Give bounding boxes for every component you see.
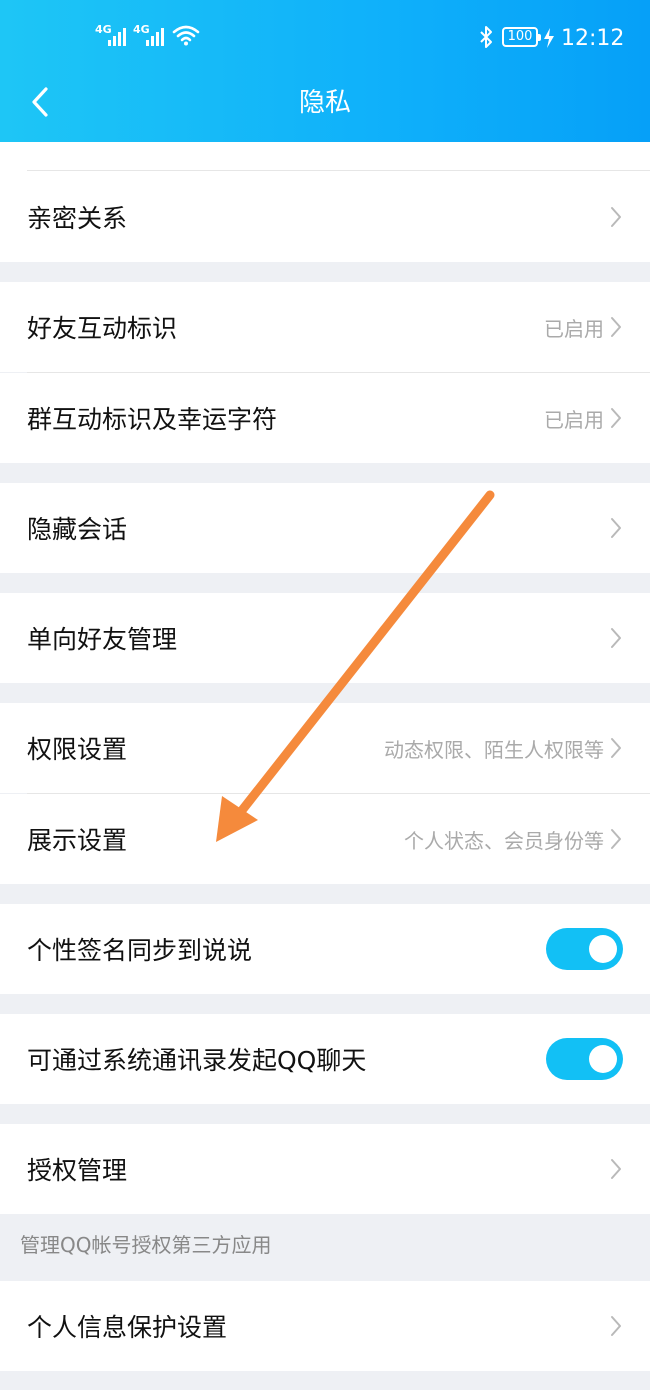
settings-item-contacts-chat: 可通过系统通讯录发起QQ聊天 xyxy=(0,1014,650,1104)
settings-item-intimate-relationship[interactable]: 亲密关系 xyxy=(0,172,650,262)
clock: 12:12 xyxy=(561,26,625,51)
contacts-chat-toggle[interactable] xyxy=(546,1038,623,1080)
settings-item-display-settings[interactable]: 展示设置 个人状态、会员身份等 xyxy=(0,794,650,884)
wifi-icon xyxy=(172,25,200,46)
item-value: 已启用 xyxy=(544,407,604,432)
chevron-right-icon xyxy=(611,408,621,428)
item-value: 已启用 xyxy=(544,316,604,341)
item-value: 个人状态、会员身份等 xyxy=(404,828,604,853)
bolt-icon xyxy=(544,28,554,48)
status-bar: 4G 4G 100 12:12 xyxy=(0,0,650,76)
item-label: 亲密关系 xyxy=(27,204,128,233)
item-label: 好友互动标识 xyxy=(27,314,178,343)
chevron-right-icon xyxy=(611,1316,621,1336)
item-label: 权限设置 xyxy=(27,735,128,764)
bluetooth-icon xyxy=(480,26,492,48)
toggle-knob xyxy=(589,935,617,963)
settings-item-authorization-management[interactable]: 授权管理 xyxy=(0,1124,650,1214)
settings-item-one-way-friends[interactable]: 单向好友管理 xyxy=(0,593,650,683)
app-header: 4G 4G 100 12:12 隐私 xyxy=(0,0,650,142)
signature-sync-toggle[interactable] xyxy=(546,928,623,970)
item-label: 可通过系统通讯录发起QQ聊天 xyxy=(27,1046,367,1075)
divider xyxy=(27,170,650,171)
item-value: 动态权限、陌生人权限等 xyxy=(384,737,604,762)
settings-item-hidden-chats[interactable]: 隐藏会话 xyxy=(0,483,650,573)
page-title: 隐私 xyxy=(298,88,351,118)
chevron-right-icon xyxy=(611,207,621,227)
item-label: 单向好友管理 xyxy=(27,625,178,654)
item-label: 个性签名同步到说说 xyxy=(27,936,253,965)
authorization-note: 管理QQ帐号授权第三方应用 xyxy=(20,1233,272,1257)
battery-indicator: 100 xyxy=(502,27,541,47)
sim1-signal-icon xyxy=(108,26,126,46)
sim2-signal-icon xyxy=(146,26,164,46)
item-label: 隐藏会话 xyxy=(27,515,128,544)
settings-item-personal-info-protection[interactable]: 个人信息保护设置 xyxy=(0,1281,650,1371)
item-label: 群互动标识及幸运字符 xyxy=(27,405,278,434)
chevron-right-icon xyxy=(611,1159,621,1179)
first-group-top xyxy=(0,142,650,172)
settings-item-signature-sync: 个性签名同步到说说 xyxy=(0,904,650,994)
chevron-right-icon xyxy=(611,518,621,538)
item-label: 展示设置 xyxy=(27,826,128,855)
chevron-right-icon xyxy=(611,317,621,337)
toggle-knob xyxy=(589,1045,617,1073)
item-label: 个人信息保护设置 xyxy=(27,1313,228,1342)
item-label: 授权管理 xyxy=(27,1156,128,1185)
chevron-right-icon xyxy=(611,738,621,758)
chevron-right-icon xyxy=(611,829,621,849)
settings-item-friend-interaction-marks[interactable]: 好友互动标识 已启用 xyxy=(0,282,650,372)
chevron-right-icon xyxy=(611,628,621,648)
settings-item-permission-settings[interactable]: 权限设置 动态权限、陌生人权限等 xyxy=(0,703,650,793)
settings-item-group-interaction-marks[interactable]: 群互动标识及幸运字符 已启用 xyxy=(0,373,650,463)
